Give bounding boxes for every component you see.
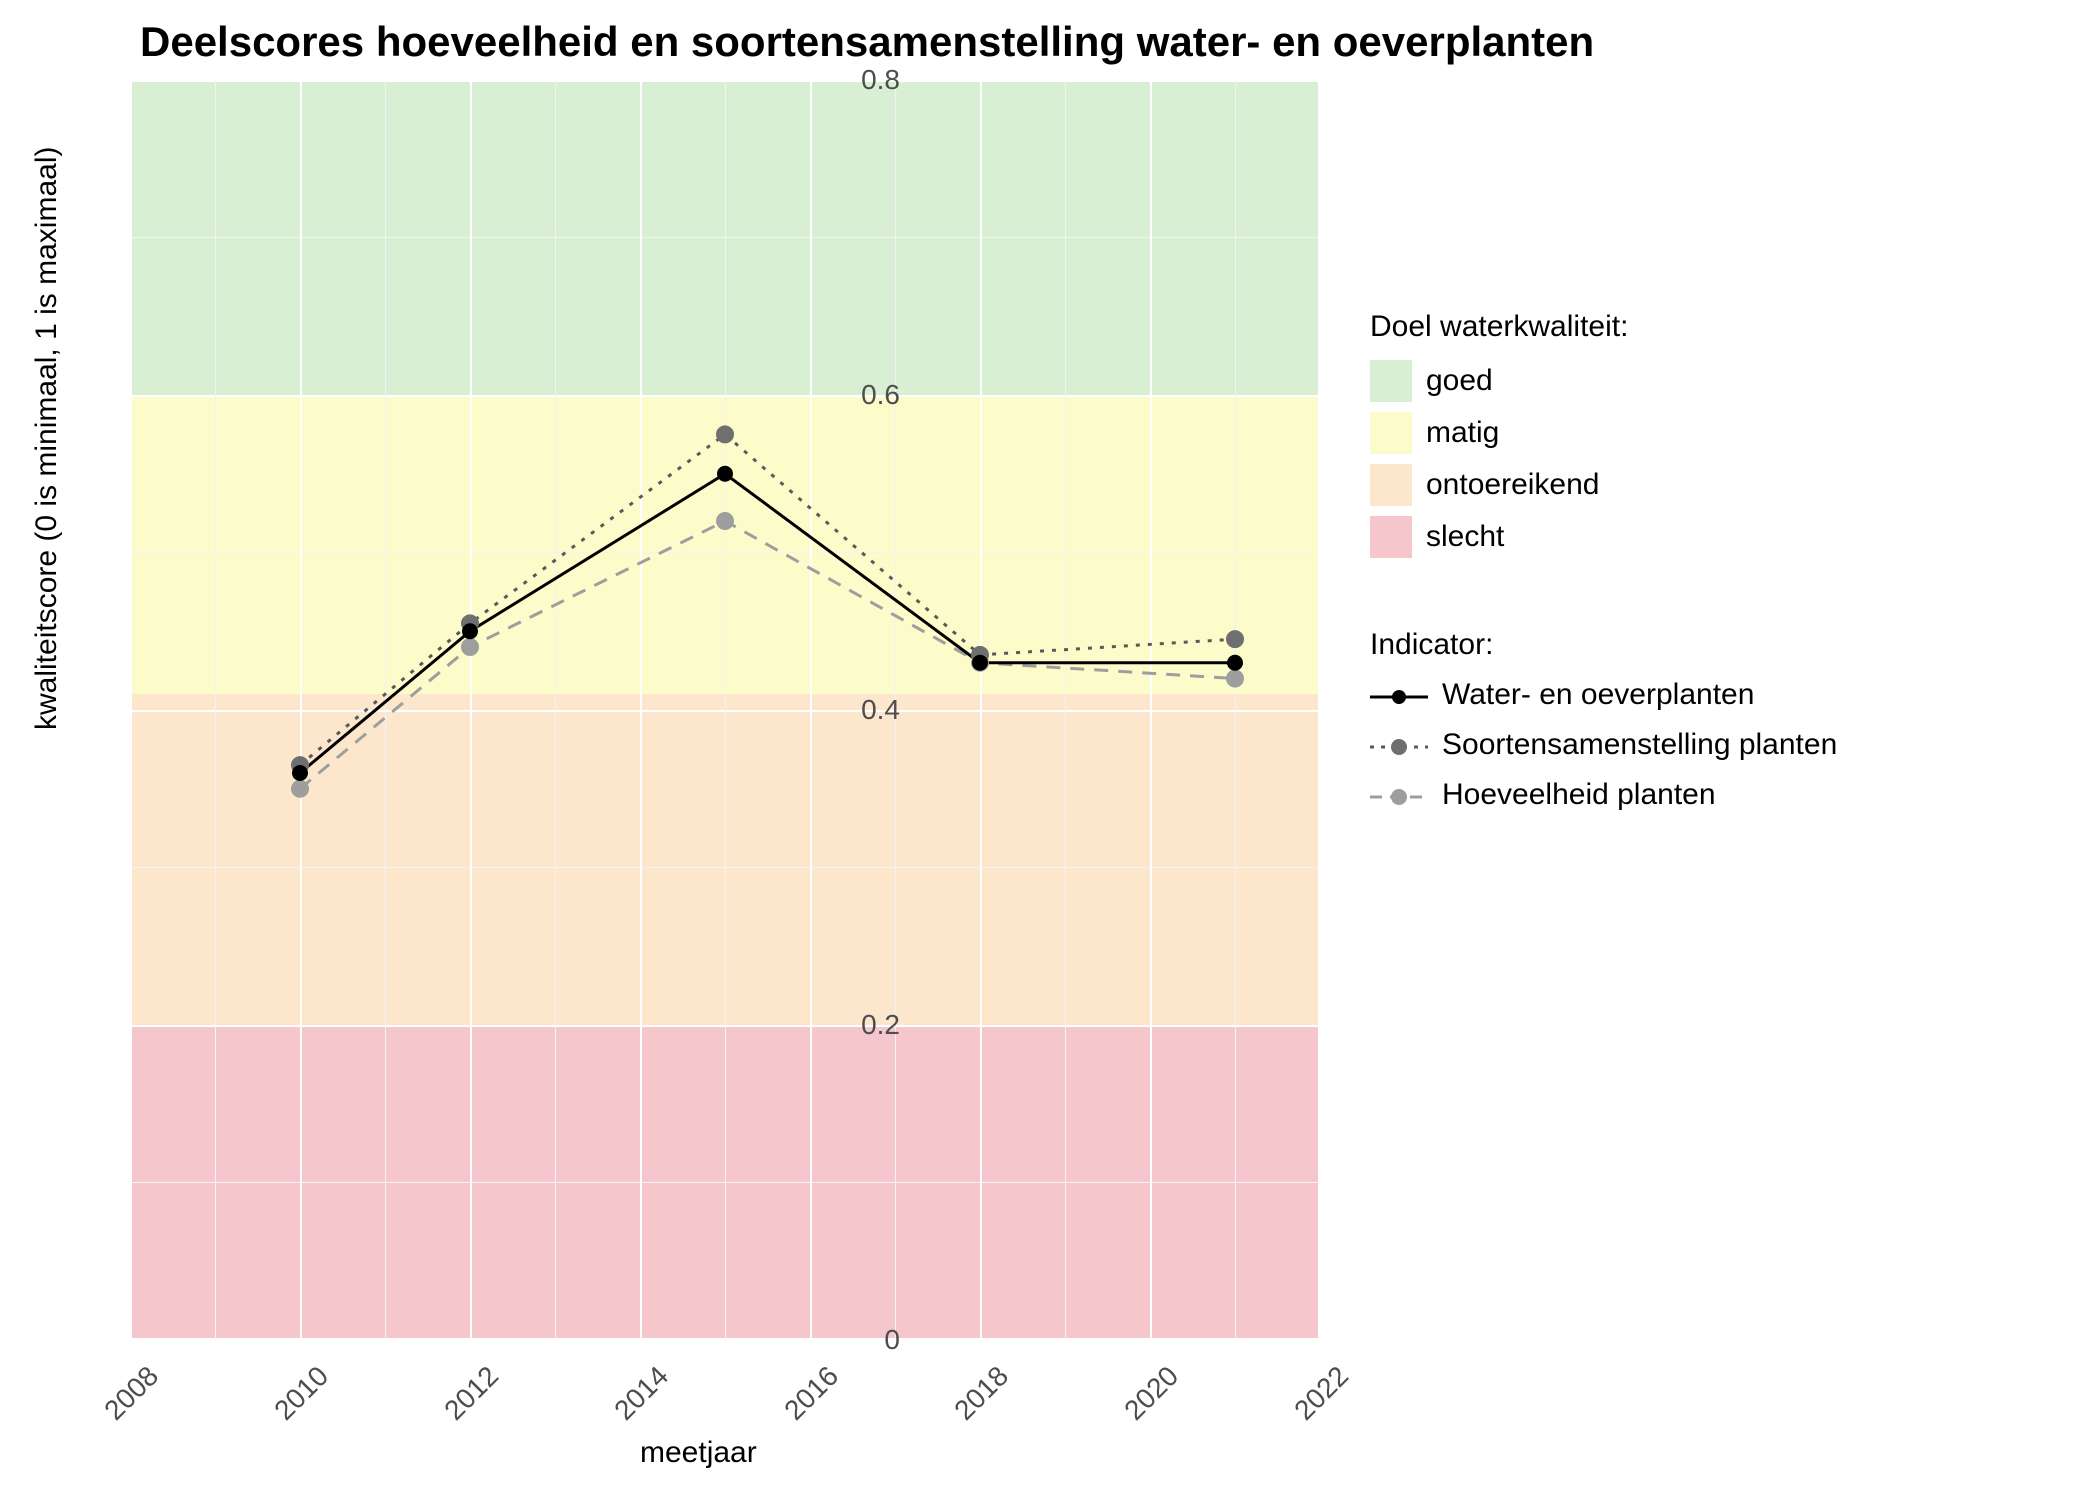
point [292,765,308,781]
plot-area [130,80,1320,1340]
legend-title-indicator: Indicator: [1370,628,2070,662]
point [1226,670,1244,688]
series-soortensamenstelling [300,434,1235,765]
x-tick: 2016 [778,1360,845,1427]
swatch-line-solid [1370,683,1428,707]
legend-label: Water- en oeverplanten [1442,678,1754,712]
legend-title-quality: Doel waterkwaliteit: [1370,310,2070,344]
swatch-line-dotted [1370,733,1428,757]
chart-title: Deelscores hoeveelheid en soortensamenst… [140,18,1594,66]
legend: Doel waterkwaliteit: goed matig ontoerei… [1370,310,2070,828]
point [972,655,988,671]
x-tick: 2010 [268,1360,335,1427]
x-tick: 2012 [438,1360,505,1427]
legend-item-slecht: slecht [1370,516,2070,558]
y-tick: 0 [840,1324,900,1356]
point [717,466,733,482]
legend-label: goed [1426,364,1493,398]
point [462,623,478,639]
x-tick: 2018 [948,1360,1015,1427]
legend-label: slecht [1426,520,1504,554]
legend-item-hoeveelheid: Hoeveelheid planten [1370,778,2070,812]
legend-item-goed: goed [1370,360,2070,402]
y-tick: 0.2 [840,1009,900,1041]
x-tick: 2020 [1118,1360,1185,1427]
legend-item-matig: matig [1370,412,2070,454]
line-layer [130,80,1320,1340]
legend-label: Hoeveelheid planten [1442,778,1716,812]
legend-item-ontoereikend: ontoereikend [1370,464,2070,506]
legend-item-soortensamenstelling: Soortensamenstelling planten [1370,728,2070,762]
y-axis-label: kwaliteitscore (0 is minimaal, 1 is maxi… [30,147,64,730]
swatch-goed [1370,360,1412,402]
point [1226,630,1244,648]
legend-label: matig [1426,416,1499,450]
y-tick: 0.4 [840,694,900,726]
x-axis-label: meetjaar [640,1436,757,1470]
point [716,425,734,443]
y-tick: 0.6 [840,379,900,411]
point [291,780,309,798]
legend-label: ontoereikend [1426,468,1599,502]
swatch-ontoereikend [1370,464,1412,506]
swatch-line-dashed [1370,783,1428,807]
point [461,638,479,656]
series-water-oeverplanten [300,474,1235,773]
x-tick: 2014 [608,1360,675,1427]
x-tick: 2008 [98,1360,165,1427]
x-tick: 2022 [1288,1360,1355,1427]
y-tick: 0.8 [840,64,900,96]
legend-label: Soortensamenstelling planten [1442,728,1837,762]
swatch-slecht [1370,516,1412,558]
point [716,512,734,530]
swatch-matig [1370,412,1412,454]
legend-item-water-oeverplanten: Water- en oeverplanten [1370,678,2070,712]
point [1227,655,1243,671]
